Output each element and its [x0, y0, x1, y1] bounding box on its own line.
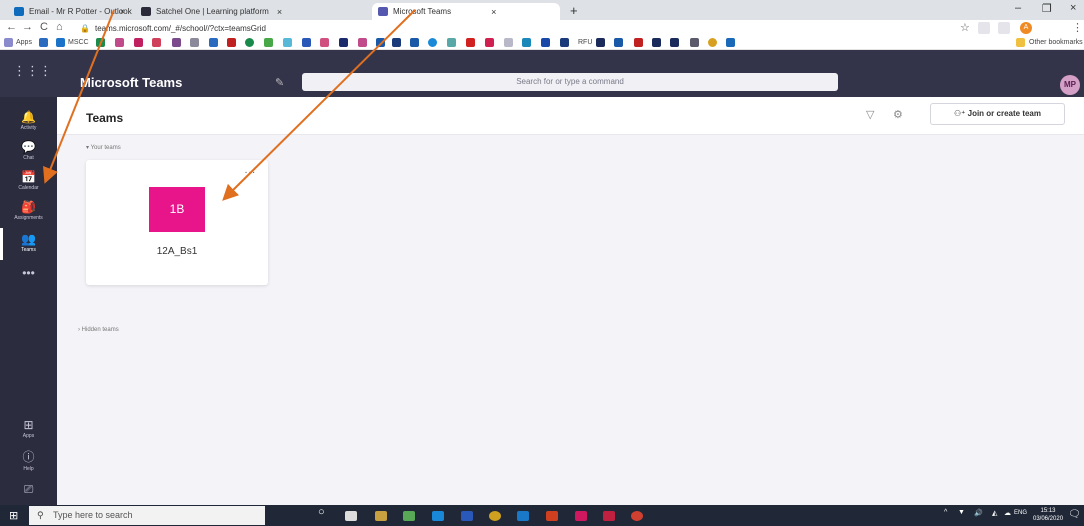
task-view-icon[interactable] [345, 511, 357, 521]
app-icon[interactable] [631, 511, 643, 521]
cortana-icon[interactable]: ○ [318, 506, 325, 518]
windows-start-icon[interactable]: ⊞ [9, 509, 18, 522]
outlook-icon[interactable] [517, 511, 529, 521]
network-icon[interactable]: ◭ [992, 509, 997, 517]
taskbar-clock[interactable]: 15:13 03/06/2020 [1033, 507, 1063, 523]
onedrive-icon[interactable]: ☁ [1004, 509, 1011, 517]
chrome-icon[interactable] [489, 511, 501, 521]
arrow-to-chat [43, 9, 115, 184]
app-icon[interactable] [603, 511, 615, 521]
store-icon[interactable] [375, 511, 387, 521]
tray-icon[interactable]: ▼ [958, 509, 965, 516]
annotation-arrows [43, 9, 416, 201]
volume-icon[interactable]: 🔊 [974, 509, 983, 517]
file-explorer-icon[interactable] [403, 511, 415, 521]
tray-expand-icon[interactable]: ^ [944, 509, 947, 516]
word-icon[interactable] [461, 511, 473, 521]
arrow-to-team-tile [222, 9, 416, 201]
mail-icon[interactable] [432, 511, 444, 521]
notifications-icon[interactable]: 🗨 [1068, 509, 1081, 520]
app-icon[interactable] [575, 511, 587, 521]
language-indicator[interactable]: ENG [1014, 510, 1027, 516]
taskbar-search-input[interactable]: ⚲ Type here to search [29, 506, 265, 525]
office-icon[interactable] [546, 511, 558, 521]
search-icon: ⚲ [37, 510, 44, 520]
